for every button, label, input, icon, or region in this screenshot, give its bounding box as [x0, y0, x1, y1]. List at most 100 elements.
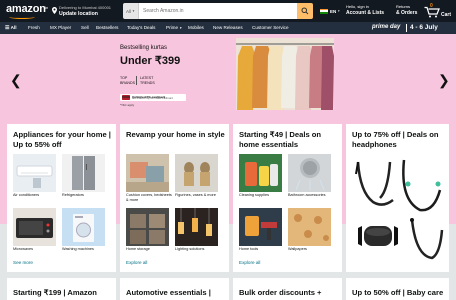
- chevron-down-icon: ▼: [179, 26, 183, 30]
- cart-button[interactable]: 0 Cart: [424, 3, 454, 19]
- carousel-prev-arrow-icon[interactable]: ❮: [10, 72, 22, 89]
- card-bottom-4: Up to 50% off | Baby care: [346, 278, 449, 300]
- tile-label: Figurines, vases & more: [175, 193, 216, 197]
- card-revamp-home: Revamp your home in style Cushion covers…: [120, 124, 229, 272]
- logo-suffix: .in: [44, 5, 49, 10]
- tile-label: Home storage: [126, 247, 150, 251]
- home-tools-image: [245, 216, 277, 240]
- cart-label: Cart: [441, 12, 452, 18]
- air-conditioner-image: [16, 165, 53, 188]
- tile-label: Washing machines: [62, 247, 94, 251]
- tile-label: Microwaves: [13, 247, 34, 251]
- tile-label: Cleaning supplies: [239, 193, 269, 197]
- card-title: Appliances for your home | Up to 55% off: [13, 130, 111, 149]
- tile-lighting-solutions[interactable]: [175, 208, 218, 246]
- prime-day-label: prime day: [372, 24, 401, 30]
- nav-item-customer-service[interactable]: Customer Service: [252, 25, 289, 30]
- tile-wallpapers[interactable]: [288, 208, 331, 246]
- returns-orders[interactable]: Returns & Orders: [396, 4, 422, 18]
- logo-text: amazon: [6, 3, 46, 15]
- card-title: Starting ₹49 | Deals on home essentials: [239, 130, 322, 149]
- account-menu[interactable]: Hello, sign in Account & Lists: [346, 4, 394, 18]
- washing-machine-image: [73, 214, 94, 242]
- location-pin-icon: [52, 7, 57, 14]
- tile-cushion-covers[interactable]: [126, 154, 169, 192]
- prime-divider: [406, 24, 407, 32]
- amazon-logo[interactable]: amazon .in: [6, 3, 49, 19]
- card-headphones: Up to 75% off | Deals on headphones: [346, 124, 449, 272]
- language-selector[interactable]: EN ▼: [320, 6, 342, 16]
- card-appliances: Appliances for your home | Up to 55% off…: [7, 124, 116, 272]
- nav-item-todays-deals[interactable]: Today's Deals: [127, 25, 155, 30]
- tile-label: Lighting solutions: [175, 247, 205, 251]
- tile-bathroom-accessories[interactable]: [288, 154, 331, 192]
- wallpaper-image: [288, 208, 331, 246]
- search-button[interactable]: [297, 3, 313, 19]
- tile-label: Bathroom accessories: [288, 193, 326, 197]
- carousel-next-arrow-icon[interactable]: ❯: [438, 72, 450, 89]
- hero-kurtas-image[interactable]: [236, 38, 334, 110]
- cushions-image: [126, 162, 169, 192]
- hero-subtitle: Bestselling kurtas: [120, 45, 168, 51]
- explore-all-link[interactable]: Explore all: [239, 260, 260, 265]
- hamburger-icon: ☰: [5, 25, 10, 31]
- credit-card-icon: [122, 95, 130, 100]
- explore-all-link[interactable]: Explore all: [126, 260, 147, 265]
- see-more-link[interactable]: See more: [13, 260, 33, 265]
- nav-item-new-releases[interactable]: New Releases: [213, 25, 243, 30]
- nav-item-bestsellers[interactable]: Bestsellers: [96, 25, 118, 30]
- lighting-image: [178, 208, 212, 236]
- nav-item-sell[interactable]: Sell: [81, 25, 89, 30]
- card-title: Automotive essentials |: [126, 288, 211, 297]
- nav-item-mx-player[interactable]: MX Player: [50, 25, 71, 30]
- headphones-image[interactable]: [350, 154, 445, 268]
- hero-title: Under ₹399: [120, 55, 181, 67]
- prime-day-dates: 4 - 6 July: [410, 24, 438, 31]
- nav-item-mobiles[interactable]: Mobiles: [188, 25, 204, 30]
- search-input[interactable]: [139, 3, 297, 19]
- tile-label: Cushion covers, bedsheets & more: [126, 193, 172, 202]
- tile-cleaning-supplies[interactable]: [239, 154, 282, 192]
- india-flag-icon: [320, 8, 328, 14]
- hero-badge-trends-l2: TRENDS: [140, 80, 155, 85]
- search-category-select[interactable]: All ▼: [123, 3, 139, 19]
- figurines-image: [184, 162, 210, 186]
- card-title: Up to 50% off | Baby care: [352, 288, 444, 297]
- storage-image: [130, 214, 165, 244]
- tile-home-tools[interactable]: [239, 208, 282, 246]
- prime-day-banner[interactable]: prime day 4 - 6 July: [368, 22, 456, 34]
- account-lists-label: Account & Lists: [346, 10, 385, 16]
- card-title: Starting ₹199 | Amazon: [13, 288, 97, 297]
- account-greeting: Hello, sign in: [346, 4, 369, 9]
- kurtas-illustration: [236, 38, 334, 110]
- top-header: amazon .in Delivering to Mumbai 400001 U…: [0, 0, 456, 22]
- tile-label: Wallpapers: [288, 247, 307, 251]
- card-bottom-1: Starting ₹199 | Amazon: [7, 278, 116, 300]
- nav-item-fresh[interactable]: Fresh: [28, 25, 40, 30]
- tile-home-storage[interactable]: [126, 208, 169, 246]
- hero-badge-divider: [136, 76, 137, 85]
- returns-label: Returns: [396, 4, 411, 9]
- tile-washing-machines[interactable]: [62, 208, 105, 246]
- hero-offer-badge: Unlimited 5% cashback with Amazon Pay IC…: [120, 94, 186, 101]
- hero-badge-brands: TOP BRANDS: [120, 76, 135, 85]
- card-title: Revamp your home in style: [126, 130, 225, 139]
- card-home-essentials: Starting ₹49 | Deals on home essentials …: [233, 124, 342, 272]
- cart-count: 0: [430, 3, 433, 9]
- refrigerator-image: [72, 156, 95, 190]
- hero-terms: *T&C apply: [120, 103, 135, 107]
- nav-all-menu[interactable]: ☰ All: [5, 25, 16, 31]
- nav-all-label: All: [10, 25, 17, 30]
- logo-smile-icon: [9, 15, 35, 19]
- nav-item-prime[interactable]: Prime ▼: [166, 25, 182, 30]
- tile-microwaves[interactable]: [13, 208, 56, 246]
- tile-refrigerators[interactable]: [62, 154, 105, 192]
- chevron-down-icon: ▼: [132, 9, 135, 13]
- shower-head-image: [295, 158, 325, 191]
- deliver-line1: Delivering to Mumbai 400001: [59, 5, 112, 10]
- card-title: Up to 75% off | Deals on headphones: [352, 130, 439, 149]
- tile-label: Air conditioners: [13, 193, 40, 197]
- tile-air-conditioners[interactable]: [13, 154, 56, 192]
- deliver-location[interactable]: Delivering to Mumbai 400001 Update locat…: [52, 3, 120, 19]
- tile-figurines-vases[interactable]: [175, 154, 218, 192]
